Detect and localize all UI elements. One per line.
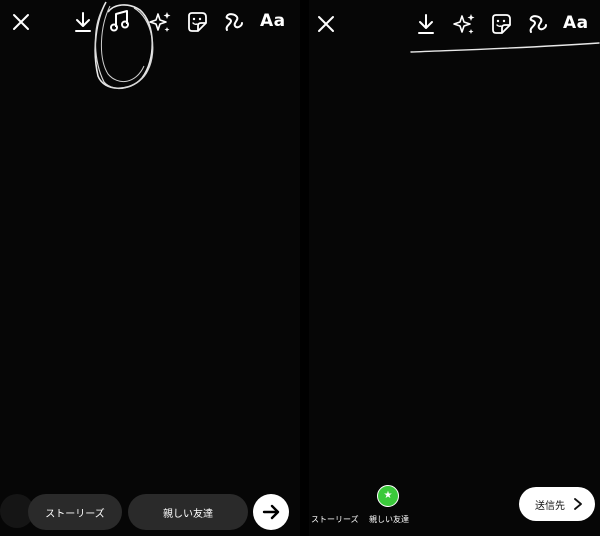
text-tool-button[interactable]: Aa — [260, 11, 286, 31]
sticker-icon[interactable] — [489, 12, 513, 36]
send-to-button[interactable]: 送信先 — [519, 487, 595, 521]
stories-label[interactable]: ストーリーズ — [311, 514, 359, 525]
sticker-icon[interactable] — [185, 10, 209, 34]
send-to-label: 送信先 — [535, 500, 565, 512]
star-icon: ★ — [383, 490, 393, 501]
story-editor-right: Aa ストーリーズ ★ 親しい友達 送信先 — [309, 0, 600, 536]
close-friends-badge[interactable]: ★ — [377, 485, 399, 507]
text-tool-button[interactable]: Aa — [563, 13, 589, 33]
sparkles-icon[interactable] — [452, 12, 476, 36]
close-icon[interactable] — [12, 13, 30, 31]
stories-button[interactable]: ストーリーズ — [28, 494, 122, 530]
draw-icon[interactable] — [527, 12, 549, 36]
chevron-right-icon — [573, 497, 583, 511]
story-editor-left: Aa ストーリーズ 親しい友達 — [0, 0, 300, 536]
draw-icon[interactable] — [223, 10, 245, 34]
panel-divider — [300, 0, 309, 536]
download-icon[interactable] — [416, 12, 436, 36]
arrow-right-icon — [261, 502, 281, 522]
sparkles-icon[interactable] — [148, 10, 172, 34]
underline-annotation — [409, 40, 600, 56]
close-friends-label: 親しい友達 — [163, 508, 213, 520]
stories-label: ストーリーズ — [45, 508, 105, 520]
next-button[interactable] — [253, 494, 289, 530]
close-friends-label[interactable]: 親しい友達 — [369, 514, 409, 525]
close-friends-button[interactable]: 親しい友達 — [128, 494, 248, 530]
close-icon[interactable] — [317, 15, 335, 33]
